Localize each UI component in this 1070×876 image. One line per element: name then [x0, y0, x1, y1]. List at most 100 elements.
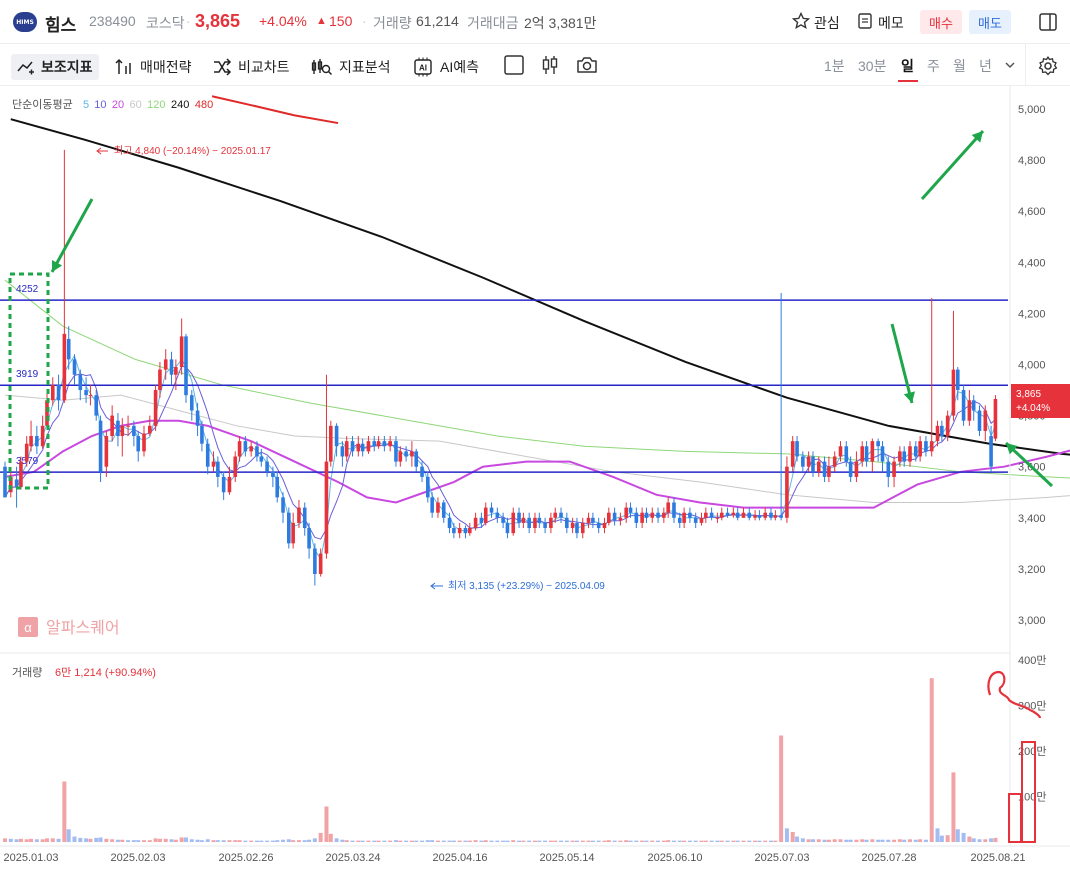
candle-body[interactable]: [62, 333, 67, 401]
volume-bar[interactable]: [870, 839, 875, 842]
volume-bar[interactable]: [590, 840, 595, 842]
volume-bar[interactable]: [844, 839, 849, 842]
candle-body[interactable]: [650, 512, 655, 518]
candle-body[interactable]: [388, 441, 392, 447]
candle-body[interactable]: [951, 369, 956, 416]
candle-body[interactable]: [420, 466, 424, 477]
volume-bar[interactable]: [312, 838, 317, 842]
volume-bar[interactable]: [876, 839, 881, 842]
candle-body[interactable]: [329, 425, 333, 462]
candle-body[interactable]: [838, 446, 843, 457]
volume-bar[interactable]: [671, 840, 676, 842]
volume-bar[interactable]: [892, 839, 897, 842]
candle-body[interactable]: [940, 425, 944, 437]
candle-body[interactable]: [929, 441, 934, 452]
volume-bar[interactable]: [602, 840, 607, 842]
candle-body[interactable]: [259, 456, 264, 462]
volume-bar[interactable]: [773, 840, 778, 842]
volume-bar[interactable]: [923, 839, 928, 842]
candle-body[interactable]: [116, 420, 120, 437]
candle-body[interactable]: [179, 336, 184, 368]
watch-button[interactable]: 관심: [814, 13, 840, 33]
candle-body[interactable]: [511, 512, 516, 534]
candle-body[interactable]: [832, 456, 837, 467]
volume-bar[interactable]: [184, 837, 188, 842]
volume-bar[interactable]: [221, 840, 226, 842]
volume-bar[interactable]: [908, 839, 912, 842]
volume-bar[interactable]: [848, 839, 853, 842]
volume-bar[interactable]: [580, 840, 585, 842]
volume-bar[interactable]: [126, 840, 131, 842]
volume-bar[interactable]: [78, 837, 83, 842]
volume-bar[interactable]: [286, 839, 291, 842]
volume-bar[interactable]: [94, 837, 99, 842]
candle-body[interactable]: [612, 512, 617, 521]
volume-bar[interactable]: [340, 839, 345, 842]
candle-body[interactable]: [324, 461, 329, 554]
volume-bar[interactable]: [532, 840, 537, 842]
volume-bar[interactable]: [574, 840, 579, 842]
volume-bar[interactable]: [725, 840, 730, 842]
candle-body[interactable]: [249, 446, 253, 452]
candle-body[interactable]: [45, 400, 49, 426]
candle-body[interactable]: [795, 441, 799, 457]
candle-body[interactable]: [404, 451, 408, 457]
volume-bar[interactable]: [173, 839, 178, 842]
candle-body[interactable]: [281, 497, 285, 513]
volume-bar[interactable]: [935, 828, 940, 842]
volume-bar[interactable]: [318, 832, 323, 842]
candle-body[interactable]: [169, 359, 174, 375]
panel-toggle-icon[interactable]: [1038, 12, 1058, 32]
candle-body[interactable]: [275, 476, 280, 498]
candle-body[interactable]: [479, 517, 484, 523]
candle-body[interactable]: [148, 425, 152, 434]
candle-body[interactable]: [688, 512, 692, 518]
volume-bar[interactable]: [902, 839, 907, 842]
volume-bar[interactable]: [302, 840, 307, 842]
volume-bar[interactable]: [243, 840, 248, 842]
strategy-button[interactable]: 매매전략: [114, 54, 192, 80]
volume-bar[interactable]: [816, 839, 821, 842]
volume-bar[interactable]: [249, 840, 254, 842]
candle-body[interactable]: [624, 507, 628, 518]
candle-body[interactable]: [864, 446, 869, 462]
candle-body[interactable]: [918, 441, 922, 457]
candle-body[interactable]: [340, 446, 345, 457]
volume-bar[interactable]: [157, 838, 162, 842]
candle-body[interactable]: [848, 461, 853, 477]
candle-body[interactable]: [29, 436, 33, 447]
volume-bar[interactable]: [259, 840, 264, 842]
candle-body[interactable]: [297, 507, 301, 523]
volume-bar[interactable]: [88, 838, 93, 842]
candle-body[interactable]: [634, 512, 639, 523]
volume-bar[interactable]: [559, 840, 564, 842]
candle-body[interactable]: [50, 384, 55, 401]
candle-body[interactable]: [88, 395, 93, 397]
volume-bar[interactable]: [435, 840, 440, 842]
volume-bar[interactable]: [205, 839, 210, 842]
volume-bar[interactable]: [356, 840, 361, 842]
candle-body[interactable]: [860, 446, 865, 462]
volume-bar[interactable]: [179, 837, 184, 842]
volume-bar[interactable]: [779, 735, 784, 842]
volume-bar[interactable]: [967, 836, 972, 842]
candle-body[interactable]: [961, 390, 966, 421]
volume-bar[interactable]: [886, 839, 891, 842]
volume-bar[interactable]: [699, 840, 704, 842]
volume-bar[interactable]: [104, 838, 109, 842]
candle-body[interactable]: [945, 415, 950, 437]
analysis-button[interactable]: 지표분석: [311, 54, 391, 80]
candle-body[interactable]: [468, 528, 472, 534]
volume-bar[interactable]: [457, 840, 462, 842]
candle-body[interactable]: [366, 441, 371, 452]
volume-bar[interactable]: [939, 835, 944, 842]
candle-icon[interactable]: [540, 54, 560, 76]
candle-body[interactable]: [394, 441, 398, 462]
volume-bar[interactable]: [40, 839, 45, 842]
volume-bar[interactable]: [467, 840, 472, 842]
volume-bar[interactable]: [376, 840, 381, 842]
volume-bar[interactable]: [483, 840, 488, 842]
volume-bar[interactable]: [618, 840, 623, 842]
volume-bar[interactable]: [650, 840, 655, 842]
candle-body[interactable]: [313, 548, 317, 575]
